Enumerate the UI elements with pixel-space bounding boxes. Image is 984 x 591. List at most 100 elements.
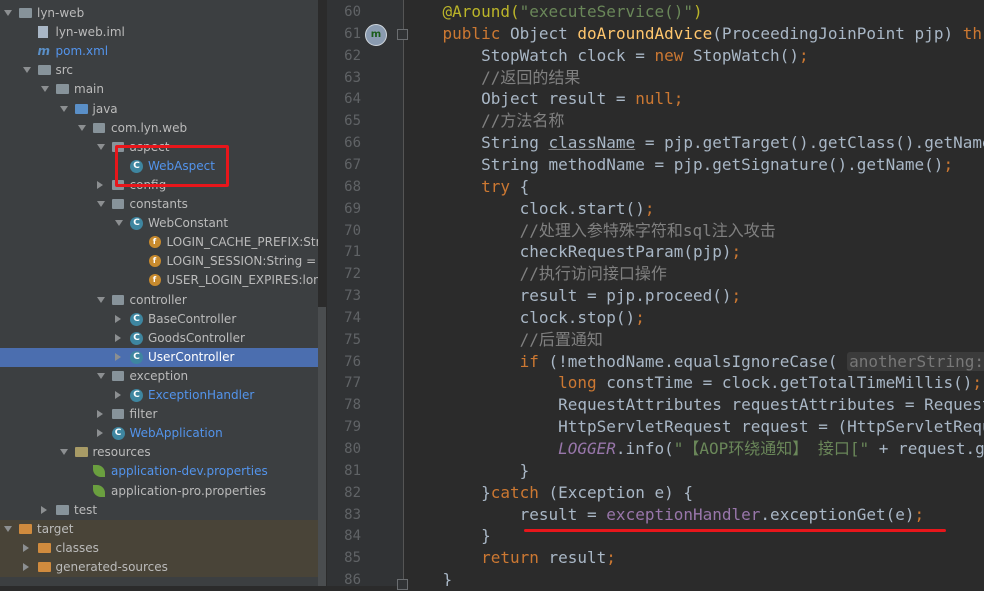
excluded-folder-icon bbox=[37, 542, 51, 553]
tree-item[interactable]: f LOGIN_SESSION:String = "logi bbox=[0, 252, 318, 271]
tree-item-label: filter bbox=[129, 407, 158, 422]
tree-item[interactable]: lyn-web.iml bbox=[0, 23, 318, 42]
tree-item[interactable]: generated-sources bbox=[0, 557, 318, 577]
folder-icon bbox=[37, 65, 51, 76]
code-line[interactable]: String methodName = pjp.getSignature().g… bbox=[404, 154, 984, 176]
tree-item[interactable]: C WebApplication bbox=[0, 424, 318, 443]
code-line[interactable]: clock.stop(); bbox=[404, 307, 984, 329]
code-line[interactable]: LOGGER.info("【AOP环绕通知】 接口[" + request.ge… bbox=[404, 438, 984, 460]
chevron-down-icon[interactable] bbox=[4, 10, 12, 16]
code-line[interactable]: HttpServletRequest request = (HttpServle… bbox=[404, 416, 984, 438]
tree-item[interactable]: test bbox=[0, 501, 318, 520]
code-line[interactable]: } bbox=[404, 460, 984, 482]
tree-item-label: controller bbox=[129, 292, 187, 307]
method-marker-icon[interactable]: m bbox=[365, 24, 387, 46]
chevron-right-icon[interactable] bbox=[96, 410, 103, 419]
code-line[interactable]: } bbox=[404, 569, 984, 586]
chevron-down-icon[interactable] bbox=[96, 372, 105, 379]
tree-item[interactable]: constants bbox=[0, 195, 318, 214]
code-line[interactable]: RequestAttributes requestAttributes = Re… bbox=[404, 394, 984, 416]
tree-item[interactable]: exception bbox=[0, 367, 318, 386]
code-line[interactable]: Object result = null; bbox=[404, 88, 984, 110]
excluded-folder-icon bbox=[37, 561, 51, 572]
code-line[interactable]: //处理入参特殊字符和sql注入攻击 bbox=[404, 220, 984, 242]
code-line[interactable]: result = pjp.proceed(); bbox=[404, 285, 984, 307]
code-line[interactable]: @Around("executeService()") bbox=[404, 1, 984, 23]
tree-item[interactable]: C BaseController bbox=[0, 310, 318, 329]
code-line[interactable]: public Object doAroundAdvice(ProceedingJ… bbox=[404, 23, 984, 45]
tree-item[interactable]: main bbox=[0, 80, 318, 99]
code-line[interactable]: clock.start(); bbox=[404, 198, 984, 220]
annotation-box-webaspect bbox=[115, 145, 229, 187]
tree-item-label: application-pro.properties bbox=[111, 483, 266, 498]
code-line[interactable]: StopWatch clock = new StopWatch(); bbox=[404, 45, 984, 67]
code-editor[interactable]: @Around("executeService()") public Objec… bbox=[404, 0, 984, 586]
tree-item[interactable]: application-pro.properties bbox=[0, 482, 318, 501]
chevron-down-icon[interactable] bbox=[22, 67, 31, 74]
line-number: 85 bbox=[344, 550, 361, 567]
code-token: LOGGER bbox=[404, 439, 616, 458]
code-line[interactable]: }catch (Exception e) { bbox=[404, 482, 984, 504]
class-icon: C bbox=[130, 389, 143, 402]
chevron-down-icon[interactable] bbox=[96, 143, 105, 150]
line-number: 70 bbox=[344, 222, 361, 239]
code-line[interactable]: result = exceptionHandler.exceptionGet(e… bbox=[404, 504, 984, 526]
chevron-right-icon[interactable] bbox=[115, 314, 121, 323]
code-line[interactable]: long constTime = clock.getTotalTimeMilli… bbox=[404, 372, 984, 394]
tree-item[interactable]: C WebConstant bbox=[0, 214, 318, 233]
tree-item[interactable]: f USER_LOGIN_EXPIRES:long = 3 bbox=[0, 271, 318, 290]
line-number: 65 bbox=[344, 113, 361, 130]
tree-item[interactable]: application-dev.properties bbox=[0, 462, 318, 481]
chevron-right-icon[interactable] bbox=[22, 543, 29, 552]
tree-item[interactable]: com.lyn.web bbox=[0, 119, 318, 138]
chevron-down-icon[interactable] bbox=[115, 220, 123, 227]
tree-item[interactable]: controller bbox=[0, 291, 318, 310]
line-number: 75 bbox=[344, 331, 361, 348]
chevron-right-icon[interactable] bbox=[115, 333, 121, 342]
tree-item[interactable]: C ExceptionHandler bbox=[0, 386, 318, 405]
code-line[interactable]: //方法名称 bbox=[404, 110, 984, 132]
chevron-right-icon[interactable] bbox=[96, 429, 103, 438]
chevron-down-icon[interactable] bbox=[59, 105, 68, 112]
code-token: null; bbox=[635, 89, 684, 109]
tree-item-label: classes bbox=[55, 540, 99, 555]
code-line[interactable]: try { bbox=[404, 176, 984, 198]
chevron-down-icon[interactable] bbox=[96, 296, 105, 303]
chevron-right-icon[interactable] bbox=[115, 352, 121, 361]
chevron-right-icon[interactable] bbox=[22, 562, 29, 571]
tree-item[interactable]: C GoodsController bbox=[0, 329, 318, 348]
tree-item[interactable]: src bbox=[0, 61, 318, 80]
code-token: StopWatch clock = bbox=[404, 45, 655, 65]
tree-item[interactable]: lyn-web bbox=[0, 4, 318, 23]
tree-item-label: pom.xml bbox=[55, 44, 109, 59]
chevron-right-icon[interactable] bbox=[41, 505, 47, 514]
code-line[interactable]: //执行访问接口操作 bbox=[404, 263, 984, 285]
chevron-down-icon[interactable] bbox=[4, 525, 12, 532]
code-line[interactable]: checkRequestParam(pjp); bbox=[404, 241, 984, 263]
code-line[interactable]: String className = pjp.getTarget().getCl… bbox=[404, 132, 984, 154]
tree-item[interactable]: target bbox=[0, 519, 318, 539]
tree-item[interactable]: C UserController bbox=[0, 347, 318, 367]
chevron-down-icon[interactable] bbox=[96, 201, 105, 207]
tree-item[interactable]: resources bbox=[0, 443, 318, 462]
tree-item-label: java bbox=[92, 101, 118, 116]
tree-item-label: lyn-web bbox=[37, 6, 85, 20]
code-token: checkRequestParam(pjp) bbox=[404, 242, 732, 262]
code-line[interactable]: if (!methodName.equalsIgnoreCase( anothe… bbox=[404, 351, 984, 373]
line-number: 80 bbox=[344, 441, 361, 457]
tree-item[interactable]: java bbox=[0, 100, 318, 119]
chevron-right-icon[interactable] bbox=[115, 391, 121, 399]
chevron-down-icon[interactable] bbox=[78, 124, 86, 131]
code-line[interactable]: //返回的结果 bbox=[404, 67, 984, 89]
tree-item[interactable]: m pom.xml bbox=[0, 42, 318, 61]
tree-item[interactable]: f LOGIN_CACHE_PREFIX:String = bbox=[0, 233, 318, 252]
tree-item[interactable]: classes bbox=[0, 538, 318, 558]
tree-item[interactable]: filter bbox=[0, 405, 318, 424]
code-token: throws bbox=[962, 23, 984, 43]
chevron-right-icon[interactable] bbox=[96, 180, 103, 189]
code-line[interactable]: //后置通知 bbox=[404, 329, 984, 351]
code-line[interactable]: return result; bbox=[404, 547, 984, 569]
project-tree-scrollbar[interactable] bbox=[318, 307, 326, 586]
chevron-down-icon[interactable] bbox=[41, 86, 49, 93]
chevron-down-icon[interactable] bbox=[59, 449, 68, 456]
